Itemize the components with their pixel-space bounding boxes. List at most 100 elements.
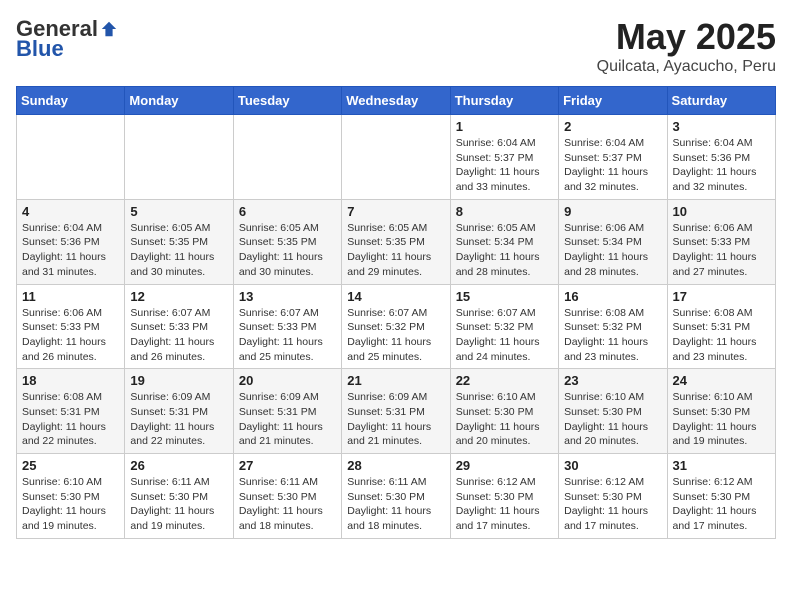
calendar-cell: 13 Sunrise: 6:07 AM Sunset: 5:33 PM Dayli… bbox=[233, 284, 341, 369]
day-number: 26 bbox=[130, 458, 227, 473]
calendar-cell: 25Sunrise: 6:10 AM Sunset: 5:30 PM Dayli… bbox=[17, 454, 125, 539]
calendar-cell bbox=[17, 115, 125, 200]
day-info: Sunrise: 6:10 AM Sunset: 5:30 PM Dayligh… bbox=[564, 390, 661, 449]
day-number: 4 bbox=[22, 204, 119, 219]
day-info: Sunrise: 6:10 AM Sunset: 5:30 PM Dayligh… bbox=[456, 390, 553, 449]
day-info: Sunrise: 6:11 AM Sunset: 5:30 PM Dayligh… bbox=[347, 475, 444, 534]
calendar-cell: 20 Sunrise: 6:09 AM Sunset: 5:31 PM Dayli… bbox=[233, 369, 341, 454]
day-number: 22 bbox=[456, 373, 553, 388]
calendar-week-row: 1 Sunrise: 6:04 AM Sunset: 5:37 PM Daylig… bbox=[17, 115, 776, 200]
day-info: Sunrise: 6:07 AM Sunset: 5:33 PM Dayligh… bbox=[239, 306, 336, 365]
logo: General Blue bbox=[16, 16, 120, 62]
day-info: Sunrise: 6:11 AM Sunset: 5:30 PM Dayligh… bbox=[239, 475, 336, 534]
day-info: Sunrise: 6:05 AM Sunset: 5:34 PM Dayligh… bbox=[456, 221, 553, 280]
calendar-header-sunday: Sunday bbox=[17, 87, 125, 115]
calendar-cell: 4 Sunrise: 6:04 AM Sunset: 5:36 PM Daylig… bbox=[17, 199, 125, 284]
day-info: Sunrise: 6:10 AM Sunset: 5:30 PM Dayligh… bbox=[673, 390, 770, 449]
calendar-cell: 31Sunrise: 6:12 AM Sunset: 5:30 PM Dayli… bbox=[667, 454, 775, 539]
calendar-week-row: 25Sunrise: 6:10 AM Sunset: 5:30 PM Dayli… bbox=[17, 454, 776, 539]
calendar-cell: 29 Sunrise: 6:12 AM Sunset: 5:30 PM Dayli… bbox=[450, 454, 558, 539]
day-number: 14 bbox=[347, 289, 444, 304]
calendar-header-friday: Friday bbox=[559, 87, 667, 115]
location-title: Quilcata, Ayacucho, Peru bbox=[597, 58, 776, 76]
calendar-header-tuesday: Tuesday bbox=[233, 87, 341, 115]
day-number: 29 bbox=[456, 458, 553, 473]
logo-icon bbox=[100, 20, 118, 38]
calendar-cell: 15Sunrise: 6:07 AM Sunset: 5:32 PM Dayli… bbox=[450, 284, 558, 369]
calendar-header-row: SundayMondayTuesdayWednesdayThursdayFrid… bbox=[17, 87, 776, 115]
calendar-cell: 27Sunrise: 6:11 AM Sunset: 5:30 PM Dayli… bbox=[233, 454, 341, 539]
calendar-cell: 8 Sunrise: 6:05 AM Sunset: 5:34 PM Daylig… bbox=[450, 199, 558, 284]
calendar-table: SundayMondayTuesdayWednesdayThursdayFrid… bbox=[16, 86, 776, 539]
calendar-cell: 19 Sunrise: 6:09 AM Sunset: 5:31 PM Dayli… bbox=[125, 369, 233, 454]
calendar-cell: 5 Sunrise: 6:05 AM Sunset: 5:35 PM Daylig… bbox=[125, 199, 233, 284]
calendar-header-wednesday: Wednesday bbox=[342, 87, 450, 115]
calendar-cell: 12 Sunrise: 6:07 AM Sunset: 5:33 PM Dayli… bbox=[125, 284, 233, 369]
day-number: 3 bbox=[673, 119, 770, 134]
calendar-cell: 10Sunrise: 6:06 AM Sunset: 5:33 PM Dayli… bbox=[667, 199, 775, 284]
calendar-cell: 2Sunrise: 6:04 AM Sunset: 5:37 PM Daylig… bbox=[559, 115, 667, 200]
calendar-cell: 26 Sunrise: 6:11 AM Sunset: 5:30 PM Dayli… bbox=[125, 454, 233, 539]
day-info: Sunrise: 6:11 AM Sunset: 5:30 PM Dayligh… bbox=[130, 475, 227, 534]
day-info: Sunrise: 6:05 AM Sunset: 5:35 PM Dayligh… bbox=[130, 221, 227, 280]
day-info: Sunrise: 6:12 AM Sunset: 5:30 PM Dayligh… bbox=[456, 475, 553, 534]
calendar-cell bbox=[342, 115, 450, 200]
day-number: 23 bbox=[564, 373, 661, 388]
day-info: Sunrise: 6:09 AM Sunset: 5:31 PM Dayligh… bbox=[239, 390, 336, 449]
month-title: May 2025 bbox=[597, 16, 776, 58]
calendar-cell: 18Sunrise: 6:08 AM Sunset: 5:31 PM Dayli… bbox=[17, 369, 125, 454]
day-number: 2 bbox=[564, 119, 661, 134]
day-number: 15 bbox=[456, 289, 553, 304]
day-number: 24 bbox=[673, 373, 770, 388]
calendar-header-thursday: Thursday bbox=[450, 87, 558, 115]
day-info: Sunrise: 6:09 AM Sunset: 5:31 PM Dayligh… bbox=[130, 390, 227, 449]
day-number: 20 bbox=[239, 373, 336, 388]
calendar-cell: 24 Sunrise: 6:10 AM Sunset: 5:30 PM Dayli… bbox=[667, 369, 775, 454]
day-info: Sunrise: 6:06 AM Sunset: 5:33 PM Dayligh… bbox=[22, 306, 119, 365]
day-number: 12 bbox=[130, 289, 227, 304]
calendar-cell: 21 Sunrise: 6:09 AM Sunset: 5:31 PM Dayli… bbox=[342, 369, 450, 454]
logo-blue-text: Blue bbox=[16, 36, 64, 62]
day-number: 18 bbox=[22, 373, 119, 388]
day-info: Sunrise: 6:07 AM Sunset: 5:33 PM Dayligh… bbox=[130, 306, 227, 365]
day-info: Sunrise: 6:04 AM Sunset: 5:36 PM Dayligh… bbox=[22, 221, 119, 280]
calendar-cell: 28 Sunrise: 6:11 AM Sunset: 5:30 PM Dayli… bbox=[342, 454, 450, 539]
day-number: 13 bbox=[239, 289, 336, 304]
day-number: 6 bbox=[239, 204, 336, 219]
calendar-week-row: 11 Sunrise: 6:06 AM Sunset: 5:33 PM Dayli… bbox=[17, 284, 776, 369]
day-number: 30 bbox=[564, 458, 661, 473]
day-number: 5 bbox=[130, 204, 227, 219]
calendar-cell: 1 Sunrise: 6:04 AM Sunset: 5:37 PM Daylig… bbox=[450, 115, 558, 200]
calendar-cell: 6Sunrise: 6:05 AM Sunset: 5:35 PM Daylig… bbox=[233, 199, 341, 284]
calendar-header-saturday: Saturday bbox=[667, 87, 775, 115]
day-number: 10 bbox=[673, 204, 770, 219]
calendar-cell: 3 Sunrise: 6:04 AM Sunset: 5:36 PM Daylig… bbox=[667, 115, 775, 200]
calendar-header-monday: Monday bbox=[125, 87, 233, 115]
calendar-cell: 22 Sunrise: 6:10 AM Sunset: 5:30 PM Dayli… bbox=[450, 369, 558, 454]
day-info: Sunrise: 6:04 AM Sunset: 5:36 PM Dayligh… bbox=[673, 136, 770, 195]
calendar-cell: 30 Sunrise: 6:12 AM Sunset: 5:30 PM Dayli… bbox=[559, 454, 667, 539]
day-number: 31 bbox=[673, 458, 770, 473]
page-header: General Blue May 2025 Quilcata, Ayacucho… bbox=[16, 16, 776, 76]
day-info: Sunrise: 6:08 AM Sunset: 5:31 PM Dayligh… bbox=[673, 306, 770, 365]
day-number: 28 bbox=[347, 458, 444, 473]
day-info: Sunrise: 6:12 AM Sunset: 5:30 PM Dayligh… bbox=[564, 475, 661, 534]
day-number: 19 bbox=[130, 373, 227, 388]
calendar-cell: 14 Sunrise: 6:07 AM Sunset: 5:32 PM Dayli… bbox=[342, 284, 450, 369]
day-number: 21 bbox=[347, 373, 444, 388]
day-number: 11 bbox=[22, 289, 119, 304]
day-number: 1 bbox=[456, 119, 553, 134]
calendar-cell: 17Sunrise: 6:08 AM Sunset: 5:31 PM Dayli… bbox=[667, 284, 775, 369]
day-number: 8 bbox=[456, 204, 553, 219]
calendar-cell bbox=[125, 115, 233, 200]
calendar-week-row: 18Sunrise: 6:08 AM Sunset: 5:31 PM Dayli… bbox=[17, 369, 776, 454]
day-info: Sunrise: 6:07 AM Sunset: 5:32 PM Dayligh… bbox=[347, 306, 444, 365]
day-info: Sunrise: 6:09 AM Sunset: 5:31 PM Dayligh… bbox=[347, 390, 444, 449]
day-number: 16 bbox=[564, 289, 661, 304]
calendar-week-row: 4 Sunrise: 6:04 AM Sunset: 5:36 PM Daylig… bbox=[17, 199, 776, 284]
day-number: 7 bbox=[347, 204, 444, 219]
day-info: Sunrise: 6:08 AM Sunset: 5:32 PM Dayligh… bbox=[564, 306, 661, 365]
calendar-cell: 11 Sunrise: 6:06 AM Sunset: 5:33 PM Dayli… bbox=[17, 284, 125, 369]
day-info: Sunrise: 6:05 AM Sunset: 5:35 PM Dayligh… bbox=[347, 221, 444, 280]
day-info: Sunrise: 6:04 AM Sunset: 5:37 PM Dayligh… bbox=[456, 136, 553, 195]
